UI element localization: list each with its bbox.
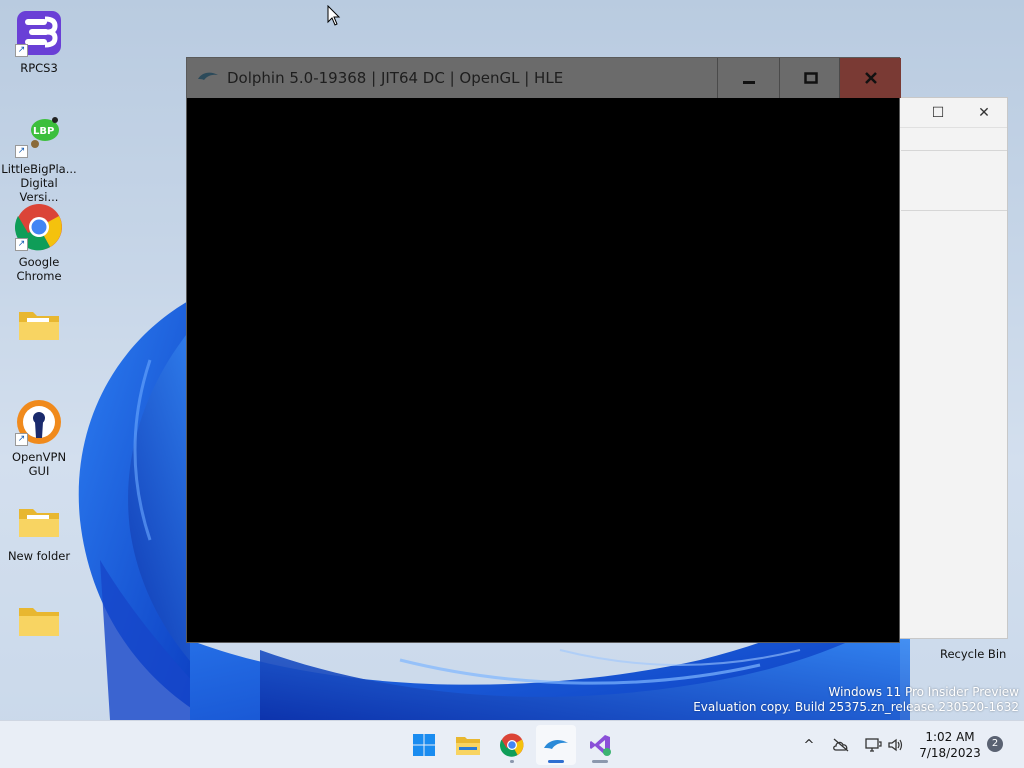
folder-icon	[15, 300, 63, 348]
running-indicator	[548, 760, 564, 763]
desktop-icon-google-chrome[interactable]: ↗ Google Chrome	[0, 203, 78, 283]
shortcut-arrow-icon: ↗	[15, 433, 28, 446]
desktop-icon-littlebigplanet[interactable]: LBP ↗ LittleBigPla... Digital Versi...	[0, 110, 78, 204]
window-title: Dolphin 5.0-19368 | JIT64 DC | OpenGL | …	[227, 69, 564, 87]
volume-icon	[888, 738, 903, 752]
svg-text:LBP: LBP	[33, 126, 54, 137]
desktop-icon-rpcs3[interactable]: ↗ RPCS3	[0, 9, 78, 75]
mouse-cursor-icon	[327, 5, 341, 26]
divider	[901, 210, 1007, 211]
shortcut-arrow-icon: ↗	[15, 145, 28, 158]
watermark-build: Evaluation copy. Build 25375.zn_release.…	[693, 700, 1019, 714]
dolphin-titlebar[interactable]: Dolphin 5.0-19368 | JIT64 DC | OpenGL | …	[187, 58, 901, 98]
rpcs3-icon: ↗	[15, 9, 63, 57]
openvpn-icon: ↗	[15, 398, 63, 446]
chevron-up-icon: ^	[803, 737, 815, 753]
watermark-edition: Windows 11 Pro Insider Preview	[828, 685, 1019, 699]
close-icon	[864, 72, 877, 84]
taskbar-dolphin[interactable]	[536, 725, 576, 765]
desktop-icon-label: RPCS3	[20, 61, 58, 75]
network-tray-icon[interactable]	[862, 721, 884, 768]
running-indicator	[592, 760, 608, 763]
taskbar-chrome[interactable]	[492, 725, 532, 765]
littlebigplanet-icon: LBP ↗	[15, 110, 63, 158]
notification-badge[interactable]: 2	[987, 736, 1003, 752]
cloud-offline-icon	[833, 738, 849, 752]
running-indicator	[510, 760, 514, 763]
maximize-icon: ☐	[931, 105, 945, 121]
clock-time: 1:02 AM	[925, 730, 975, 744]
shortcut-arrow-icon: ↗	[15, 44, 28, 57]
folder-icon	[15, 596, 63, 644]
desktop-icon-label: New folder	[7, 549, 71, 563]
chrome-icon: ↗	[14, 203, 63, 251]
desktop-icon-label: OpenVPN GUI	[11, 450, 67, 478]
desktop-icon-folder[interactable]	[0, 300, 78, 352]
show-hidden-icons-button[interactable]: ^	[798, 721, 820, 768]
maximize-icon	[803, 72, 818, 84]
maximize-button[interactable]: ☐	[915, 98, 961, 128]
close-button[interactable]	[839, 58, 901, 98]
clock[interactable]: 1:02 AM 7/18/2023	[910, 729, 990, 761]
folder-icon	[15, 497, 63, 545]
windows-watermark: Windows 11 Pro Insider Preview Evaluatio…	[693, 685, 1019, 715]
volume-tray-icon[interactable]	[885, 721, 907, 768]
shortcut-arrow-icon: ↗	[15, 238, 28, 251]
onedrive-tray-icon[interactable]	[830, 721, 852, 768]
visual-studio-icon	[590, 735, 611, 756]
dolphin-window[interactable]: Dolphin 5.0-19368 | JIT64 DC | OpenGL | …	[186, 57, 901, 643]
recycle-bin-label[interactable]: Recycle Bin	[940, 647, 1006, 661]
taskbar-file-explorer[interactable]	[448, 725, 488, 765]
dolphin-icon	[198, 72, 218, 80]
desktop-icon-new-folder[interactable]: New folder	[0, 497, 78, 563]
chrome-icon	[500, 733, 524, 757]
clock-date: 7/18/2023	[919, 746, 981, 760]
minimize-button[interactable]	[717, 58, 779, 98]
close-button[interactable]: ✕	[961, 98, 1007, 128]
minimize-icon	[742, 81, 755, 84]
file-explorer-icon	[456, 737, 480, 755]
desktop-icon-folder[interactable]	[0, 596, 78, 648]
maximize-button[interactable]	[779, 58, 841, 98]
desktop-icon-openvpn[interactable]: ↗ OpenVPN GUI	[0, 398, 78, 478]
network-icon	[865, 738, 882, 752]
desktop-icon-label: LittleBigPla... Digital Versi...	[1, 162, 77, 204]
taskbar-visual-studio[interactable]	[580, 725, 620, 765]
dolphin-icon	[544, 740, 568, 749]
start-button[interactable]	[404, 725, 444, 765]
render-area[interactable]	[187, 98, 899, 642]
divider	[901, 150, 1007, 151]
close-icon: ✕	[978, 105, 990, 121]
desktop-icon-label: Google Chrome	[16, 255, 62, 283]
taskbar: ^ 1:02 AM 7/18/2023	[0, 720, 1024, 768]
start-icon	[413, 734, 435, 756]
